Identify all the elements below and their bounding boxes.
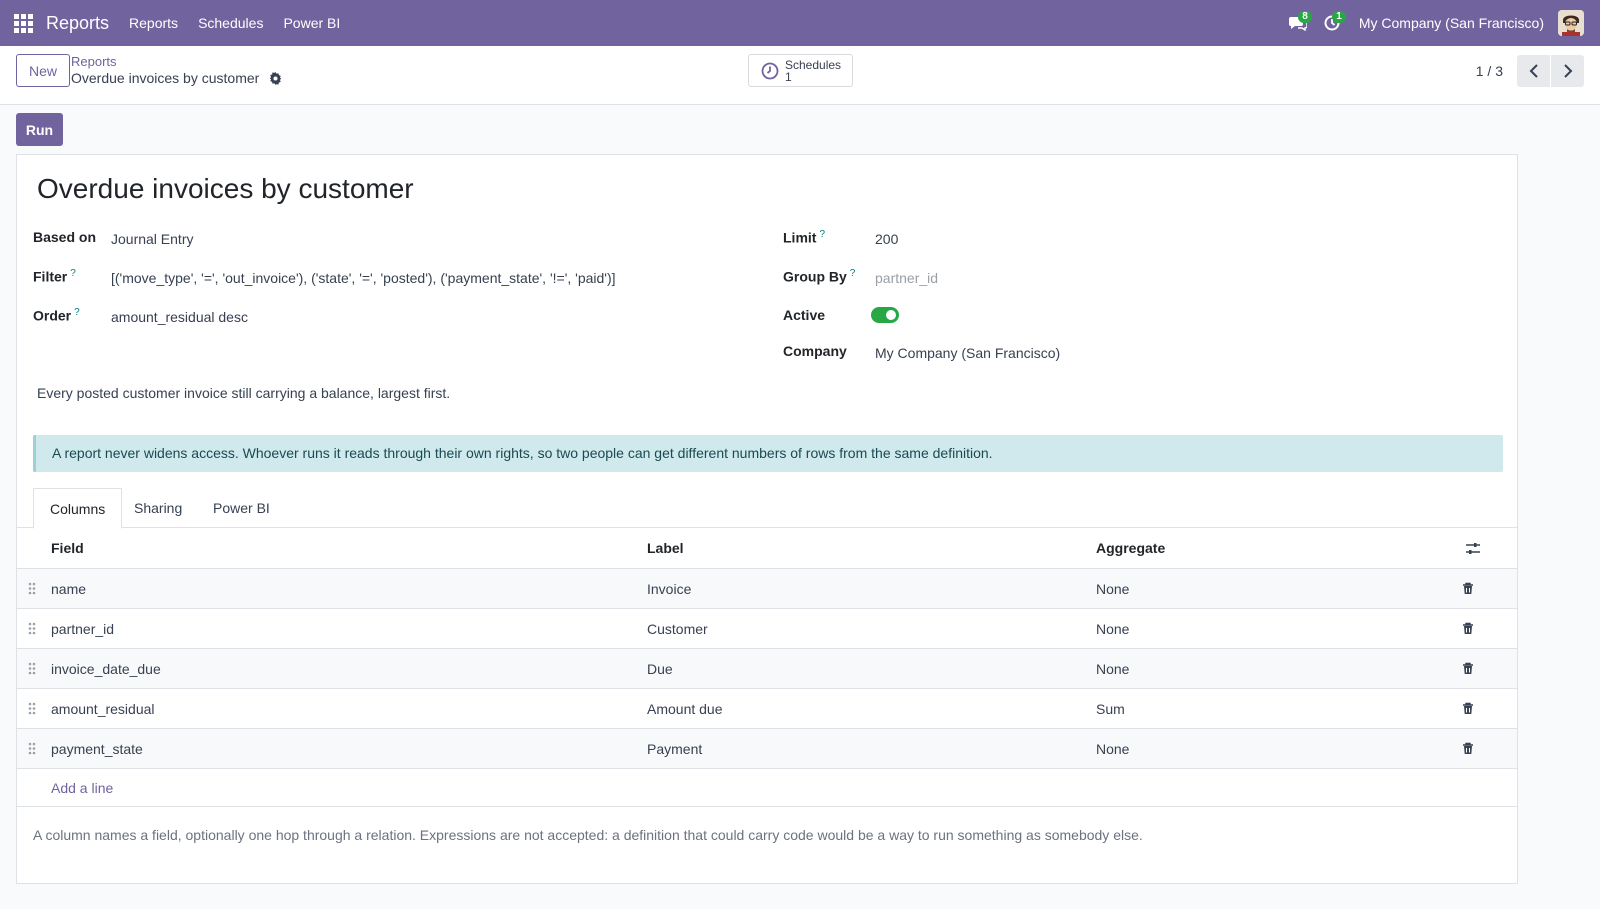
- tab-columns[interactable]: Columns: [33, 488, 123, 529]
- activities-badge: 1: [1332, 11, 1346, 23]
- app-menu-icon[interactable]: [0, 0, 46, 46]
- table-row[interactable]: invoice_date_due Due None: [17, 649, 1517, 689]
- row-aggregate[interactable]: Sum: [1096, 689, 1125, 729]
- trash-icon[interactable]: [1462, 662, 1474, 675]
- column-header-aggregate[interactable]: Aggregate: [1096, 528, 1165, 568]
- row-label[interactable]: Customer: [647, 609, 708, 649]
- trash-icon[interactable]: [1462, 622, 1474, 635]
- column-header-field[interactable]: Field: [51, 528, 84, 568]
- active-label: Active: [783, 307, 826, 323]
- report-description[interactable]: Every posted customer invoice still carr…: [37, 385, 450, 401]
- drag-handle-icon[interactable]: [28, 742, 36, 755]
- activities-button[interactable]: 1: [1315, 0, 1349, 46]
- info-alert: A report never widens access. Whoever ru…: [33, 435, 1503, 472]
- trash-icon[interactable]: [1462, 582, 1474, 595]
- pager: 1 / 3: [1476, 55, 1584, 87]
- tab-power-bi[interactable]: Power BI: [197, 488, 286, 528]
- gear-icon[interactable]: [269, 72, 282, 85]
- active-toggle[interactable]: [871, 307, 899, 323]
- report-title[interactable]: Overdue invoices by customer: [37, 173, 414, 205]
- control-panel: New Reports Overdue invoices by customer…: [0, 46, 1600, 105]
- group-by-label: Group By?: [783, 268, 856, 285]
- order-value[interactable]: amount_residual desc: [111, 309, 248, 325]
- company-label: Company: [783, 343, 847, 359]
- row-field[interactable]: invoice_date_due: [51, 649, 161, 689]
- add-line-row: Add a line: [17, 769, 1517, 807]
- drag-handle-icon[interactable]: [28, 622, 36, 635]
- filter-label: Filter?: [33, 268, 76, 285]
- row-aggregate[interactable]: None: [1096, 609, 1129, 649]
- row-field[interactable]: name: [51, 569, 86, 609]
- table-row[interactable]: amount_residual Amount due Sum: [17, 689, 1517, 729]
- table-row[interactable]: partner_id Customer None: [17, 609, 1517, 649]
- row-field[interactable]: payment_state: [51, 729, 143, 769]
- user-avatar[interactable]: [1558, 10, 1584, 36]
- order-label: Order?: [33, 307, 80, 324]
- pager-next-button[interactable]: [1551, 55, 1584, 87]
- order-help-icon[interactable]: ?: [74, 307, 80, 318]
- top-navbar: Reports Reports Schedules Power BI 8 1 M…: [0, 0, 1600, 46]
- based-on-label: Based on: [33, 229, 97, 245]
- columns-table: Field Label Aggregate name Invoice None …: [17, 528, 1517, 807]
- menu-power-bi[interactable]: Power BI: [283, 15, 340, 31]
- pager-value[interactable]: 1 / 3: [1476, 63, 1503, 79]
- table-row[interactable]: name Invoice None: [17, 569, 1517, 609]
- add-line-button[interactable]: Add a line: [51, 769, 113, 807]
- run-button[interactable]: Run: [16, 113, 63, 146]
- row-label[interactable]: Invoice: [647, 569, 691, 609]
- drag-handle-icon[interactable]: [28, 582, 36, 595]
- row-label[interactable]: Amount due: [647, 689, 723, 729]
- table-header: Field Label Aggregate: [17, 528, 1517, 569]
- new-button[interactable]: New: [16, 54, 71, 87]
- drag-handle-icon[interactable]: [28, 662, 36, 675]
- app-brand[interactable]: Reports: [46, 13, 109, 34]
- notebook-tabs: Columns Sharing Power BI: [17, 488, 1517, 529]
- tab-sharing[interactable]: Sharing: [118, 488, 198, 528]
- messages-button[interactable]: 8: [1281, 0, 1315, 46]
- row-aggregate[interactable]: None: [1096, 569, 1129, 609]
- column-header-label[interactable]: Label: [647, 528, 684, 568]
- company-value[interactable]: My Company (San Francisco): [875, 345, 1060, 361]
- row-label[interactable]: Payment: [647, 729, 702, 769]
- limit-label: Limit?: [783, 229, 826, 246]
- filter-value[interactable]: [('move_type', '=', 'out_invoice'), ('st…: [111, 270, 616, 286]
- menu-reports[interactable]: Reports: [129, 15, 178, 31]
- optional-columns-icon[interactable]: [1466, 542, 1480, 555]
- menu-schedules[interactable]: Schedules: [198, 15, 263, 31]
- chevron-right-icon: [1563, 64, 1572, 78]
- filter-help-icon[interactable]: ?: [70, 268, 76, 279]
- limit-help-icon[interactable]: ?: [819, 229, 825, 240]
- limit-value[interactable]: 200: [875, 231, 898, 247]
- clock-icon: [761, 62, 779, 79]
- messages-badge: 8: [1298, 11, 1312, 23]
- form-sheet: Overdue invoices by customer Based on Jo…: [16, 154, 1518, 884]
- breadcrumb: Reports Overdue invoices by customer: [71, 54, 282, 86]
- based-on-value[interactable]: Journal Entry: [111, 231, 193, 247]
- row-field[interactable]: partner_id: [51, 609, 114, 649]
- chevron-left-icon: [1529, 64, 1538, 78]
- company-switcher[interactable]: My Company (San Francisco): [1359, 15, 1544, 31]
- schedules-smart-button[interactable]: Schedules 1: [748, 54, 853, 87]
- row-field[interactable]: amount_residual: [51, 689, 155, 729]
- drag-handle-icon[interactable]: [28, 702, 36, 715]
- group-by-help-icon[interactable]: ?: [850, 268, 856, 279]
- row-aggregate[interactable]: None: [1096, 729, 1129, 769]
- pager-previous-button[interactable]: [1517, 55, 1550, 87]
- table-row[interactable]: payment_state Payment None: [17, 729, 1517, 769]
- breadcrumb-parent[interactable]: Reports: [71, 54, 282, 70]
- trash-icon[interactable]: [1462, 742, 1474, 755]
- breadcrumb-current: Overdue invoices by customer: [71, 70, 260, 86]
- group-by-input[interactable]: partner_id: [875, 270, 938, 286]
- schedules-label: Schedules: [785, 57, 842, 72]
- trash-icon[interactable]: [1462, 702, 1474, 715]
- schedules-count: 1: [785, 69, 792, 84]
- row-aggregate[interactable]: None: [1096, 649, 1129, 689]
- columns-help-text: A column names a field, optionally one h…: [33, 827, 1143, 843]
- row-label[interactable]: Due: [647, 649, 673, 689]
